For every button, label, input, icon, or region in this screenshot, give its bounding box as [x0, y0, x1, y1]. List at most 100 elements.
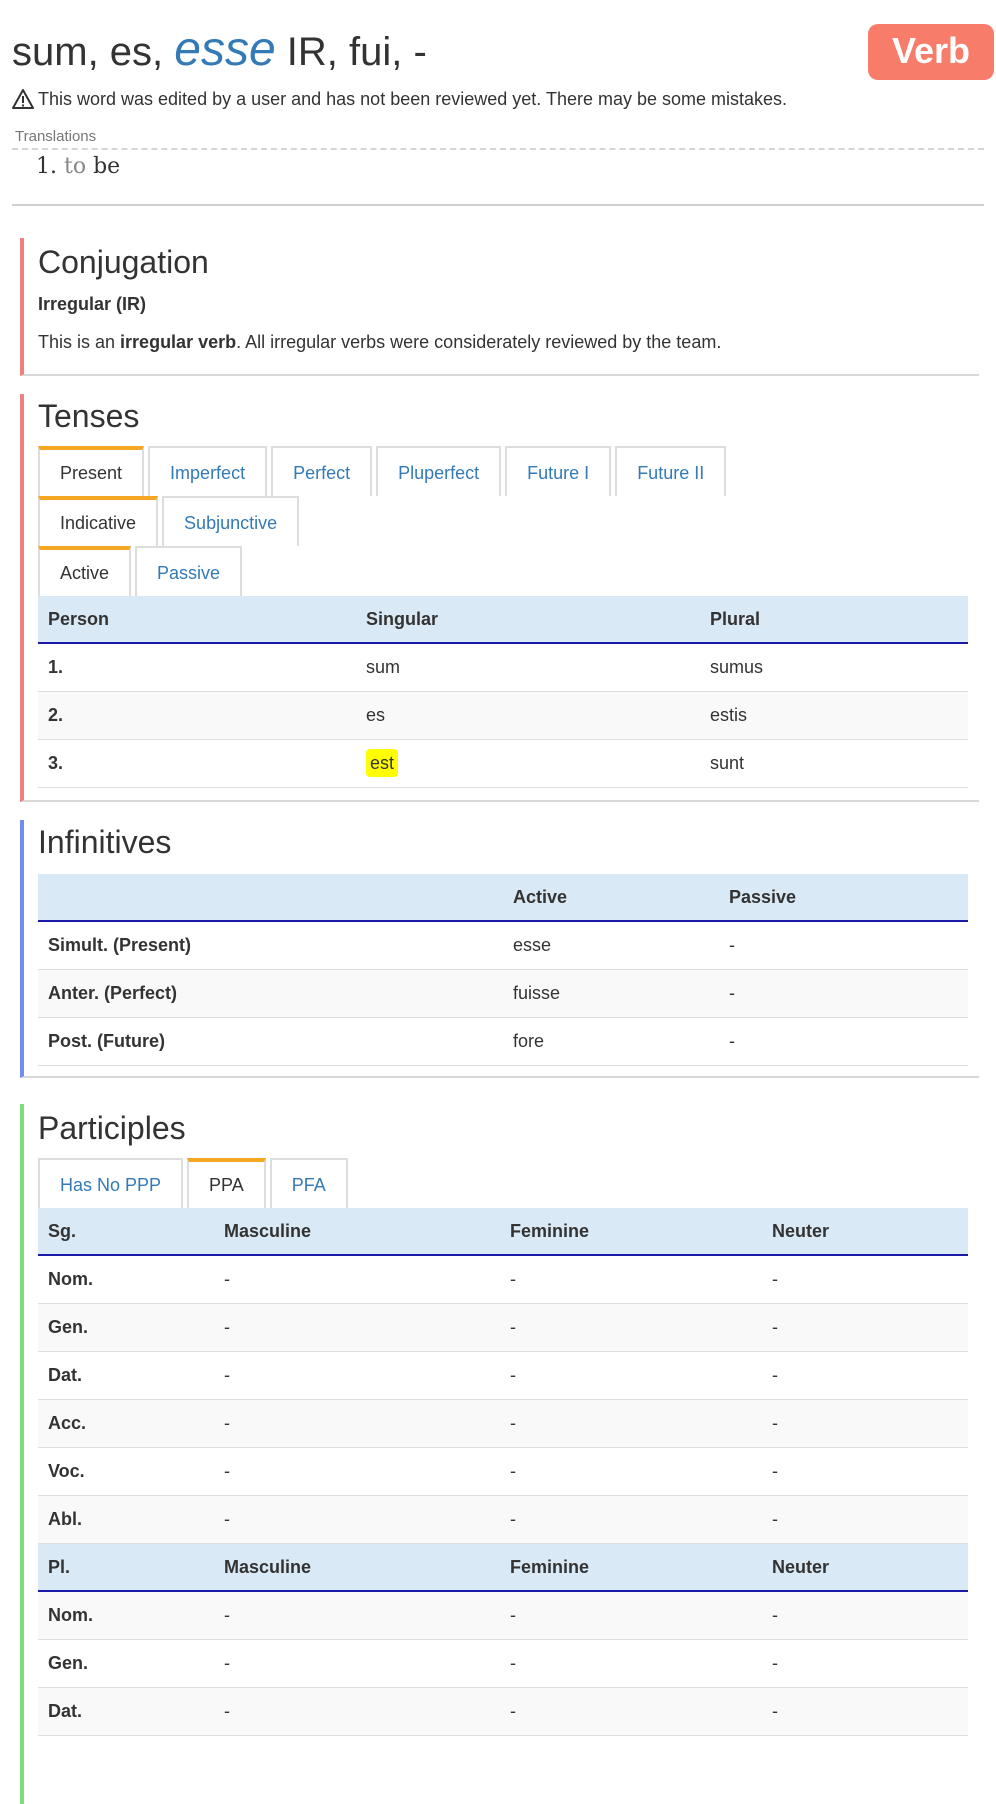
masculine-cell: -	[214, 1399, 500, 1448]
case-label: Voc.	[38, 1447, 214, 1496]
tab-indicative[interactable]: Indicative	[38, 496, 159, 546]
table-row: Dat. - - -	[38, 1687, 968, 1736]
translation-word: be	[93, 154, 121, 179]
case-label: Nom.	[38, 1591, 214, 1640]
masculine-cell: -	[214, 1303, 500, 1352]
table-row: 1. sum sumus	[38, 643, 968, 692]
feminine-cell: -	[500, 1447, 762, 1496]
plural-cell: estis	[700, 691, 968, 740]
plural-cell: sunt	[700, 739, 968, 788]
table-header-row: Active Passive	[38, 874, 968, 922]
participles-section: Participles Has No PPP PPA PFA Sg. Mascu…	[20, 1104, 979, 1804]
singular-cell: est	[356, 739, 700, 788]
tab-active[interactable]: Active	[38, 546, 132, 596]
review-warning: This word was edited by a user and has n…	[12, 88, 787, 110]
mood-tabs: Indicative Subjunctive	[38, 496, 300, 546]
word-header: sum, es, esse IR, fui, - Verb	[12, 0, 994, 100]
infinitives-section: Infinitives Active Passive Simult. (Pres…	[20, 820, 979, 1078]
column-header: Feminine	[500, 1543, 762, 1592]
column-header: Masculine	[214, 1543, 500, 1592]
translation-item: 1. to be	[36, 154, 120, 179]
table-header-row: Sg. Masculine Feminine Neuter	[38, 1208, 968, 1256]
table-row: Gen. - - -	[38, 1639, 968, 1688]
singular-cell: sum	[356, 643, 700, 692]
masculine-cell: -	[214, 1351, 500, 1400]
tab-perfect[interactable]: Perfect	[271, 446, 373, 496]
conjugation-type: Irregular (IR)	[38, 294, 147, 314]
table-row: 3. est sunt	[38, 739, 968, 788]
tab-passive[interactable]: Passive	[135, 546, 243, 596]
case-label: Nom.	[38, 1255, 214, 1304]
conjugation-section: Conjugation Irregular (IR) This is an ir…	[20, 238, 979, 376]
masculine-cell: -	[214, 1591, 500, 1640]
neuter-cell: -	[762, 1447, 968, 1496]
column-header: Passive	[719, 874, 968, 922]
passive-cell: -	[719, 921, 968, 970]
active-cell: fuisse	[503, 969, 719, 1018]
active-cell: fore	[503, 1017, 719, 1066]
translations-divider	[12, 148, 984, 150]
participle-tabs: Has No PPP PPA PFA	[38, 1158, 348, 1208]
participle-table: Sg. Masculine Feminine Neuter Nom. - - -…	[38, 1208, 968, 1736]
tab-future-i[interactable]: Future I	[505, 446, 612, 496]
highlighted-form: est	[366, 749, 399, 777]
neuter-cell: -	[762, 1255, 968, 1304]
case-label: Gen.	[38, 1303, 214, 1352]
table-row: Nom. - - -	[38, 1255, 968, 1304]
table-row: Acc. - - -	[38, 1399, 968, 1448]
tab-has-no-ppp[interactable]: Has No PPP	[38, 1158, 184, 1208]
neuter-cell: -	[762, 1303, 968, 1352]
tenses-section: Tenses Present Imperfect Perfect Pluperf…	[20, 394, 979, 802]
voice-tabs: Active Passive	[38, 546, 243, 596]
word-type-badge: Verb	[868, 24, 994, 80]
title-infinitive: esse	[174, 23, 276, 76]
row-label: Post. (Future)	[38, 1017, 503, 1066]
singular-cell: es	[356, 691, 700, 740]
case-label: Dat.	[38, 1351, 214, 1400]
case-label: Gen.	[38, 1639, 214, 1688]
feminine-cell: -	[500, 1303, 762, 1352]
tab-imperfect[interactable]: Imperfect	[148, 446, 268, 496]
translation-prefix: to	[64, 154, 87, 179]
feminine-cell: -	[500, 1639, 762, 1688]
infinitives-table: Active Passive Simult. (Present) esse - …	[38, 874, 968, 1066]
column-header: Masculine	[214, 1208, 500, 1256]
tab-pfa[interactable]: PFA	[269, 1158, 348, 1208]
masculine-cell: -	[214, 1639, 500, 1688]
neuter-cell: -	[762, 1399, 968, 1448]
table-row: Gen. - - -	[38, 1303, 968, 1352]
row-label: Simult. (Present)	[38, 921, 503, 970]
feminine-cell: -	[500, 1687, 762, 1736]
neuter-cell: -	[762, 1687, 968, 1736]
column-header: Active	[503, 874, 719, 922]
feminine-cell: -	[500, 1351, 762, 1400]
neuter-cell: -	[762, 1495, 968, 1544]
neuter-cell: -	[762, 1591, 968, 1640]
case-label: Abl.	[38, 1495, 214, 1544]
tab-ppa[interactable]: PPA	[187, 1158, 266, 1208]
tab-present[interactable]: Present	[38, 446, 145, 496]
tense-tabs: Present Imperfect Perfect Pluperfect Fut…	[38, 446, 727, 496]
masculine-cell: -	[214, 1687, 500, 1736]
header-divider	[12, 204, 984, 206]
tab-future-ii[interactable]: Future II	[615, 446, 727, 496]
column-header: Plural	[700, 596, 968, 644]
column-header: Pl.	[38, 1543, 214, 1592]
table-row: Abl. - - -	[38, 1495, 968, 1544]
table-row: Anter. (Perfect) fuisse -	[38, 969, 968, 1018]
table-row: Voc. - - -	[38, 1447, 968, 1496]
infinitives-heading: Infinitives	[38, 824, 172, 860]
person-cell: 2.	[38, 691, 356, 740]
feminine-cell: -	[500, 1399, 762, 1448]
conjugation-desc-end: . All irregular verbs were considerately…	[236, 332, 722, 352]
passive-cell: -	[719, 969, 968, 1018]
review-warning-text: This word was edited by a user and has n…	[38, 88, 788, 109]
tab-subjunctive[interactable]: Subjunctive	[162, 496, 300, 546]
table-row: Dat. - - -	[38, 1351, 968, 1400]
translation-number: 1.	[36, 154, 57, 179]
tab-pluperfect[interactable]: Pluperfect	[376, 446, 502, 496]
tenses-heading: Tenses	[38, 398, 140, 434]
column-header: Person	[38, 596, 356, 644]
plural-cell: sumus	[700, 643, 968, 692]
column-header: Neuter	[762, 1208, 968, 1256]
